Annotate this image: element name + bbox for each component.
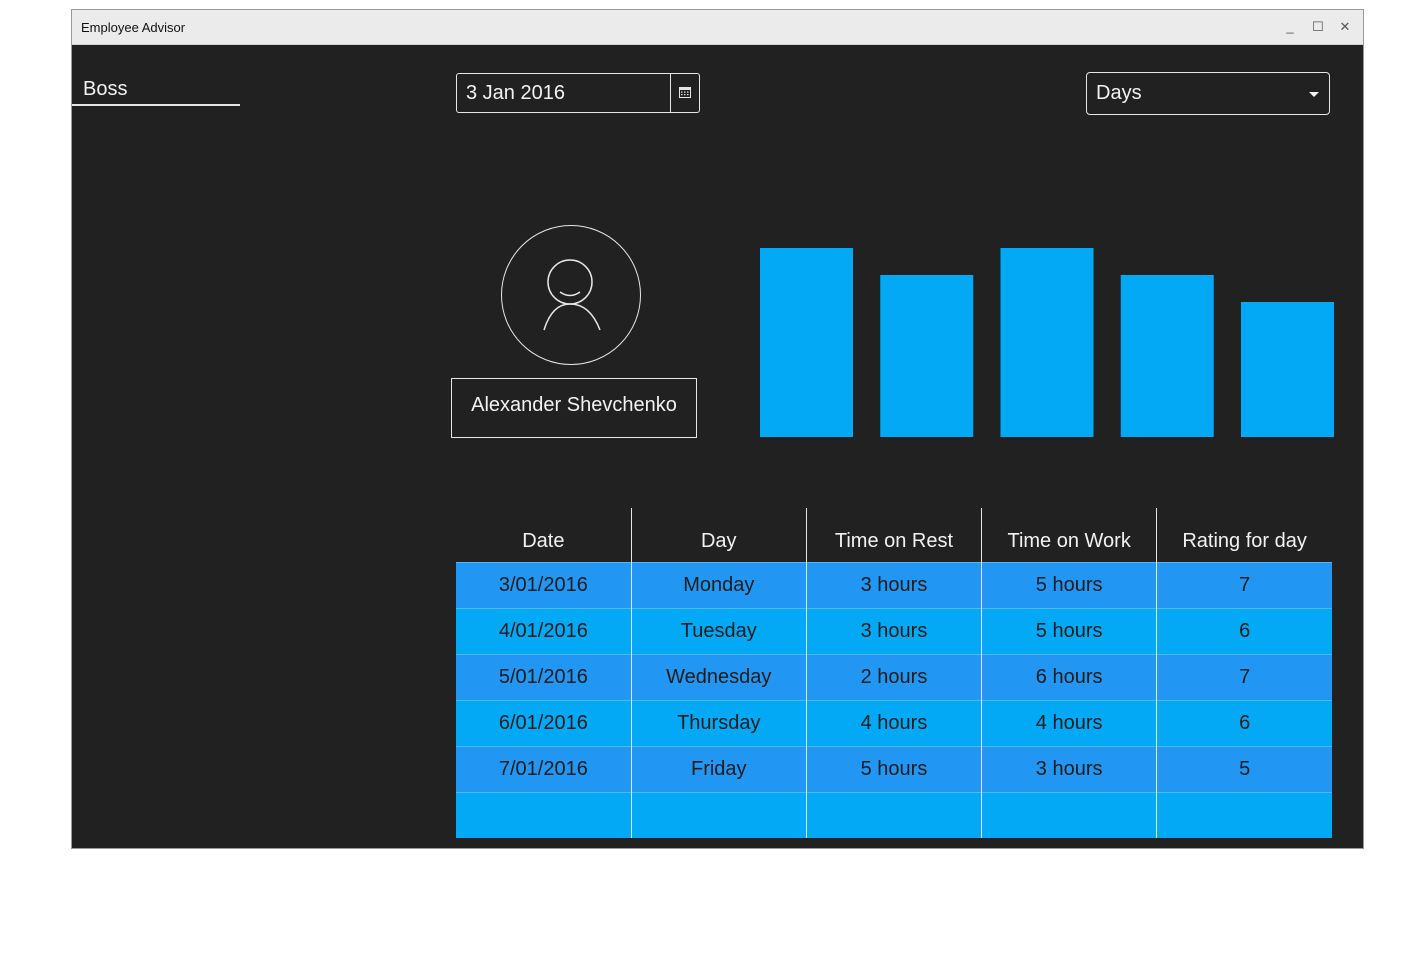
cell-rating[interactable]: 7 <box>1156 562 1332 609</box>
cell-work[interactable] <box>981 792 1157 838</box>
chevron-down-icon <box>1309 92 1319 97</box>
period-value: Days <box>1096 82 1142 104</box>
role-selector[interactable]: Boss <box>72 73 240 106</box>
table-row-empty[interactable] <box>456 792 1332 838</box>
cell-date[interactable]: 6/01/2016 <box>456 700 632 747</box>
role-value: Boss <box>83 78 128 100</box>
date-value: 3 Jan 2016 <box>466 82 565 104</box>
chart-bar-tuesday <box>880 275 974 437</box>
employee-name-box: Alexander Shevchenko <box>451 378 697 438</box>
chart-bar-monday <box>760 248 853 437</box>
cell-work[interactable]: 5 hours <box>981 562 1157 609</box>
cell-rating[interactable]: 6 <box>1156 608 1332 655</box>
table-header-row: Date Day Time on Rest Time on Work Ratin… <box>456 508 1332 563</box>
title-bar[interactable]: Employee Advisor _ ☐ ✕ <box>72 10 1363 45</box>
cell-rest[interactable]: 3 hours <box>805 608 982 655</box>
cell-rest[interactable]: 2 hours <box>805 654 982 701</box>
chart-canvas <box>760 248 1334 437</box>
chart-bar-thursday <box>1120 275 1214 437</box>
cell-work[interactable]: 6 hours <box>981 654 1157 701</box>
chart-bar-wednesday <box>1000 248 1094 437</box>
table-row[interactable]: 6/01/2016 Thursday 4 hours 4 hours 6 <box>456 700 1332 747</box>
calendar-icon <box>679 87 691 98</box>
cell-work[interactable]: 3 hours <box>981 746 1157 793</box>
cell-rest[interactable]: 3 hours <box>805 562 982 609</box>
cell-day[interactable]: Wednesday <box>630 654 807 701</box>
cell-date[interactable]: 5/01/2016 <box>456 654 632 701</box>
cell-day[interactable]: Monday <box>630 562 807 609</box>
rating-bar-chart <box>760 240 1334 440</box>
table-row[interactable]: 3/01/2016 Monday 3 hours 5 hours 7 <box>456 562 1332 609</box>
cell-rest[interactable]: 4 hours <box>805 700 982 747</box>
cell-day[interactable]: Friday <box>630 746 807 793</box>
cell-rating[interactable]: 6 <box>1156 700 1332 747</box>
cell-date[interactable] <box>456 792 632 838</box>
close-button[interactable]: ✕ <box>1337 19 1353 35</box>
window-title: Employee Advisor <box>81 20 186 35</box>
cell-date[interactable]: 3/01/2016 <box>456 562 632 609</box>
calendar-button[interactable] <box>670 74 699 112</box>
cell-work[interactable]: 4 hours <box>981 700 1157 747</box>
column-header-rating[interactable]: Rating for day <box>1156 508 1332 563</box>
cell-rest[interactable] <box>805 792 982 838</box>
avatar <box>501 225 641 365</box>
cell-rest[interactable]: 5 hours <box>805 746 982 793</box>
cell-day[interactable]: Thursday <box>630 700 807 747</box>
column-header-rest[interactable]: Time on Rest <box>805 508 982 563</box>
employee-name: Alexander Shevchenko <box>471 394 677 416</box>
cell-day[interactable] <box>630 792 807 838</box>
cell-date[interactable]: 4/01/2016 <box>456 608 632 655</box>
date-picker[interactable]: 3 Jan 2016 <box>456 73 700 113</box>
chart-bar-friday <box>1241 302 1334 437</box>
app-window: Employee Advisor _ ☐ ✕ Boss 3 Jan 2016 D… <box>71 9 1364 849</box>
minimize-button[interactable]: _ <box>1282 19 1298 35</box>
schedule-table: Date Day Time on Rest Time on Work Ratin… <box>456 508 1332 838</box>
table-row[interactable]: 7/01/2016 Friday 5 hours 3 hours 5 <box>456 746 1332 793</box>
column-header-day[interactable]: Day <box>630 508 807 563</box>
user-icon <box>543 259 601 331</box>
cell-date[interactable]: 7/01/2016 <box>456 746 632 793</box>
cell-day[interactable]: Tuesday <box>630 608 807 655</box>
cell-rating[interactable] <box>1156 792 1332 838</box>
cell-rating[interactable]: 7 <box>1156 654 1332 701</box>
table-row[interactable]: 5/01/2016 Wednesday 2 hours 6 hours 7 <box>456 654 1332 701</box>
cell-work[interactable]: 5 hours <box>981 608 1157 655</box>
table-row[interactable]: 4/01/2016 Tuesday 3 hours 5 hours 6 <box>456 608 1332 655</box>
column-header-date[interactable]: Date <box>456 508 631 563</box>
maximize-button[interactable]: ☐ <box>1310 19 1326 35</box>
cell-rating[interactable]: 5 <box>1156 746 1332 793</box>
period-dropdown[interactable]: Days <box>1086 72 1330 115</box>
column-header-work[interactable]: Time on Work <box>981 508 1157 563</box>
